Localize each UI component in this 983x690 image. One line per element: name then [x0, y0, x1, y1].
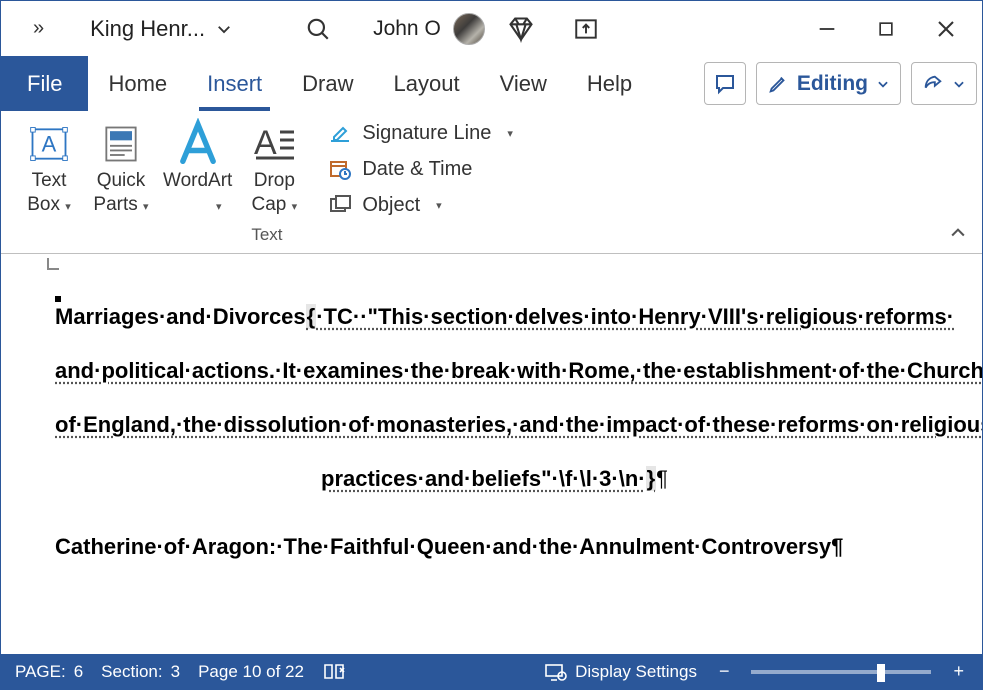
ribbon-tabs: File Home Insert Draw Layout View Help E… — [1, 56, 982, 111]
search-icon — [305, 16, 331, 42]
object-button[interactable]: Object ▾ — [322, 189, 519, 221]
date-time-button[interactable]: Date & Time — [322, 153, 519, 185]
send-to-top-icon[interactable] — [557, 8, 615, 50]
book-error-icon — [322, 662, 346, 682]
wordart-icon — [172, 119, 224, 169]
signature-line-button[interactable]: Signature Line ▾ — [322, 117, 519, 149]
tab-layout[interactable]: Layout — [374, 56, 480, 111]
chevron-down-icon: ▾ — [436, 199, 442, 212]
chevron-down-icon — [952, 77, 966, 91]
tab-file[interactable]: File — [1, 56, 88, 111]
user-name: John O — [373, 17, 441, 41]
quick-parts-icon — [99, 119, 143, 169]
document-title-text: King Henr... — [90, 16, 205, 42]
drop-cap-button[interactable]: A Drop Cap ▾ — [240, 117, 308, 221]
chevron-down-icon: ▾ — [216, 201, 222, 213]
wordart-label: WordArt — [163, 170, 232, 191]
status-spellcheck[interactable] — [322, 662, 346, 682]
monitor-gear-icon — [543, 662, 567, 682]
heading-paragraph-line4[interactable]: practices·and·beliefs"·\f·\l·3·\n·}¶ — [55, 452, 934, 506]
editing-mode-button[interactable]: Editing — [756, 62, 901, 105]
text-box-button[interactable]: A Text Box ▾ — [15, 117, 83, 221]
chevron-down-icon — [876, 77, 890, 91]
heading-paragraph-line2[interactable]: and·political·actions.·It·examines·the·b… — [55, 344, 934, 398]
display-settings-button[interactable]: Display Settings — [543, 662, 697, 682]
search-button[interactable] — [299, 10, 337, 48]
status-page[interactable]: PAGE: 6 — [15, 662, 83, 682]
heading-paragraph-line3[interactable]: of·England,·the·dissolution·of·monasteri… — [55, 398, 934, 452]
account-area[interactable]: John O — [373, 13, 485, 45]
chevron-up-icon — [948, 223, 968, 243]
calendar-clock-icon — [328, 157, 352, 181]
title-bar: » King Henr... John O — [1, 1, 982, 56]
tc-field-text-4: practices·and·beliefs"·\f·\l·3·\n· — [321, 466, 646, 491]
share-icon — [922, 73, 944, 95]
object-label: Object — [362, 194, 420, 217]
tc-field-text-3: of·England,·the·dissolution·of·monasteri… — [55, 412, 982, 437]
ribbon-panel-insert-text: A Text Box ▾ Quick Parts ▾ WordArt ▾ — [1, 111, 982, 254]
zoom-slider[interactable] — [751, 670, 931, 674]
quick-parts-button[interactable]: Quick Parts ▾ — [87, 117, 155, 221]
editing-mode-label: Editing — [797, 72, 868, 96]
status-page-of[interactable]: Page 10 of 22 — [198, 662, 304, 682]
drop-cap-icon: A — [250, 119, 298, 169]
chevron-down-icon: ▾ — [143, 201, 149, 213]
collapse-ribbon-button[interactable] — [948, 223, 968, 243]
heading-paragraph[interactable]: Marriages·and·Divorces{·TC··"This·sectio… — [55, 284, 934, 344]
tab-home[interactable]: Home — [88, 56, 187, 111]
tc-field-text-1: ·"This·section·delves·into·Henry·VIII's·… — [360, 304, 954, 329]
zoom-in-button[interactable]: + — [949, 661, 968, 682]
chevron-down-icon: ▾ — [507, 127, 513, 140]
ribbon-group-text: A Text Box ▾ Quick Parts ▾ WordArt ▾ — [15, 117, 519, 253]
quick-parts-label: Quick Parts — [93, 170, 145, 215]
text-box-label: Text Box — [27, 170, 66, 215]
chevron-down-icon — [215, 20, 233, 38]
zoom-out-button[interactable]: − — [715, 661, 734, 682]
tc-field-keyword: ·TC· — [316, 304, 360, 329]
close-button[interactable] — [918, 9, 974, 49]
ribbon-group-label: Text — [15, 221, 519, 253]
text-box-icon: A — [27, 119, 71, 169]
svg-text:A: A — [254, 124, 277, 162]
signature-line-label: Signature Line — [362, 122, 491, 145]
tab-view[interactable]: View — [480, 56, 567, 111]
document-title[interactable]: King Henr... — [90, 16, 233, 42]
comments-button[interactable] — [704, 62, 746, 105]
avatar — [453, 13, 485, 45]
field-close-brace: } — [646, 466, 657, 491]
status-section[interactable]: Section: 3 — [101, 662, 180, 682]
heading-lead-text: Marriages·and·Divorces — [55, 304, 306, 329]
field-open-brace: { — [306, 304, 317, 329]
document-page: Marriages·and·Divorces{·TC··"This·sectio… — [1, 254, 982, 574]
maximize-button[interactable] — [860, 11, 912, 47]
tab-insert[interactable]: Insert — [187, 56, 282, 111]
subheading-text: Catherine·of·Aragon:·The·Faithful·Queen·… — [55, 534, 843, 559]
pilcrow-mark: ¶ — [656, 466, 668, 491]
wordart-button[interactable]: WordArt ▾ — [159, 117, 236, 221]
document-area[interactable]: Marriages·and·Divorces{·TC··"This·sectio… — [1, 254, 982, 654]
status-bar: PAGE: 6 Section: 3 Page 10 of 22 Display… — [1, 654, 982, 689]
ruler-tab-stop — [47, 258, 59, 270]
minimize-button[interactable] — [800, 10, 854, 48]
object-icon — [328, 193, 352, 217]
tab-help[interactable]: Help — [567, 56, 652, 111]
premium-diamond-icon[interactable] — [491, 7, 551, 51]
tc-field-text-2: and·political·actions.·It·examines·the·b… — [55, 358, 982, 383]
signature-icon — [328, 121, 352, 145]
tab-draw[interactable]: Draw — [282, 56, 373, 111]
pencil-icon — [767, 73, 789, 95]
chevron-down-icon: ▾ — [65, 201, 71, 213]
drop-cap-label: Drop Cap — [252, 170, 295, 215]
comment-icon — [713, 72, 737, 96]
chevron-down-icon: ▾ — [292, 201, 298, 213]
subheading-paragraph[interactable]: Catherine·of·Aragon:·The·Faithful·Queen·… — [55, 520, 934, 574]
zoom-slider-thumb[interactable] — [877, 664, 885, 682]
date-time-label: Date & Time — [362, 158, 472, 181]
bullet-icon — [55, 296, 61, 302]
share-button[interactable] — [911, 62, 977, 105]
svg-text:A: A — [42, 131, 57, 156]
qat-overflow-icon[interactable]: » — [23, 11, 54, 46]
